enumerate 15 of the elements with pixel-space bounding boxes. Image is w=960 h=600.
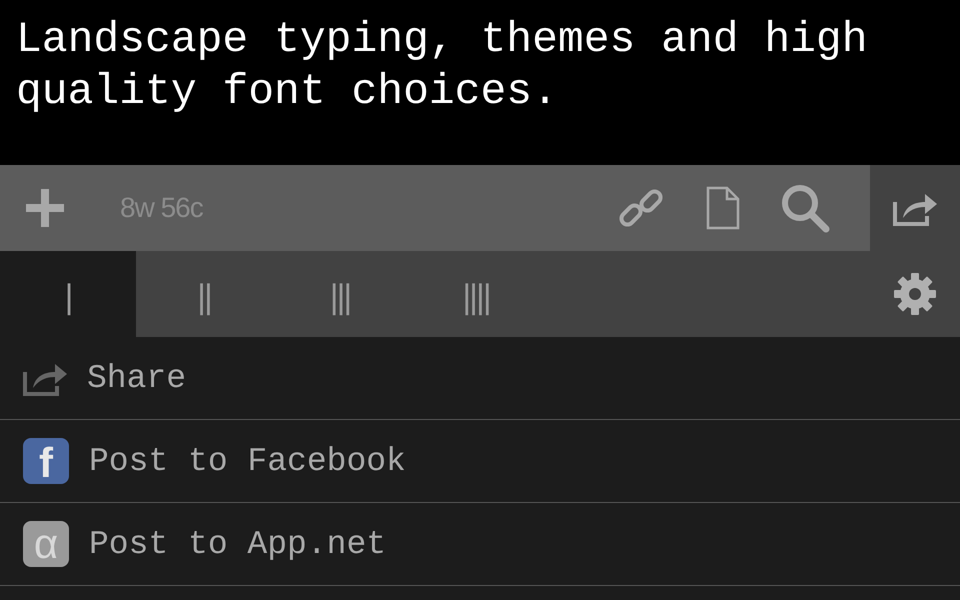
menu-label: Post to App.net	[89, 526, 386, 562]
settings-icon	[893, 272, 937, 316]
column-tab[interactable]: |||	[272, 251, 408, 337]
column-tab[interactable]: ||	[136, 251, 272, 337]
column-tab[interactable]: ||||	[408, 251, 544, 337]
menu-label: Post to Facebook	[89, 442, 406, 480]
column-tab[interactable]: |	[0, 251, 136, 337]
plus-icon	[26, 189, 64, 227]
search-icon	[780, 183, 830, 233]
share-button[interactable]	[870, 165, 960, 251]
menu-item[interactable]: α Post to App.net	[0, 503, 960, 586]
facebook-app-icon: f	[23, 438, 69, 484]
appnet-app-icon: α	[23, 521, 69, 567]
menu-label: Share	[87, 360, 186, 396]
document-icon	[706, 186, 740, 230]
